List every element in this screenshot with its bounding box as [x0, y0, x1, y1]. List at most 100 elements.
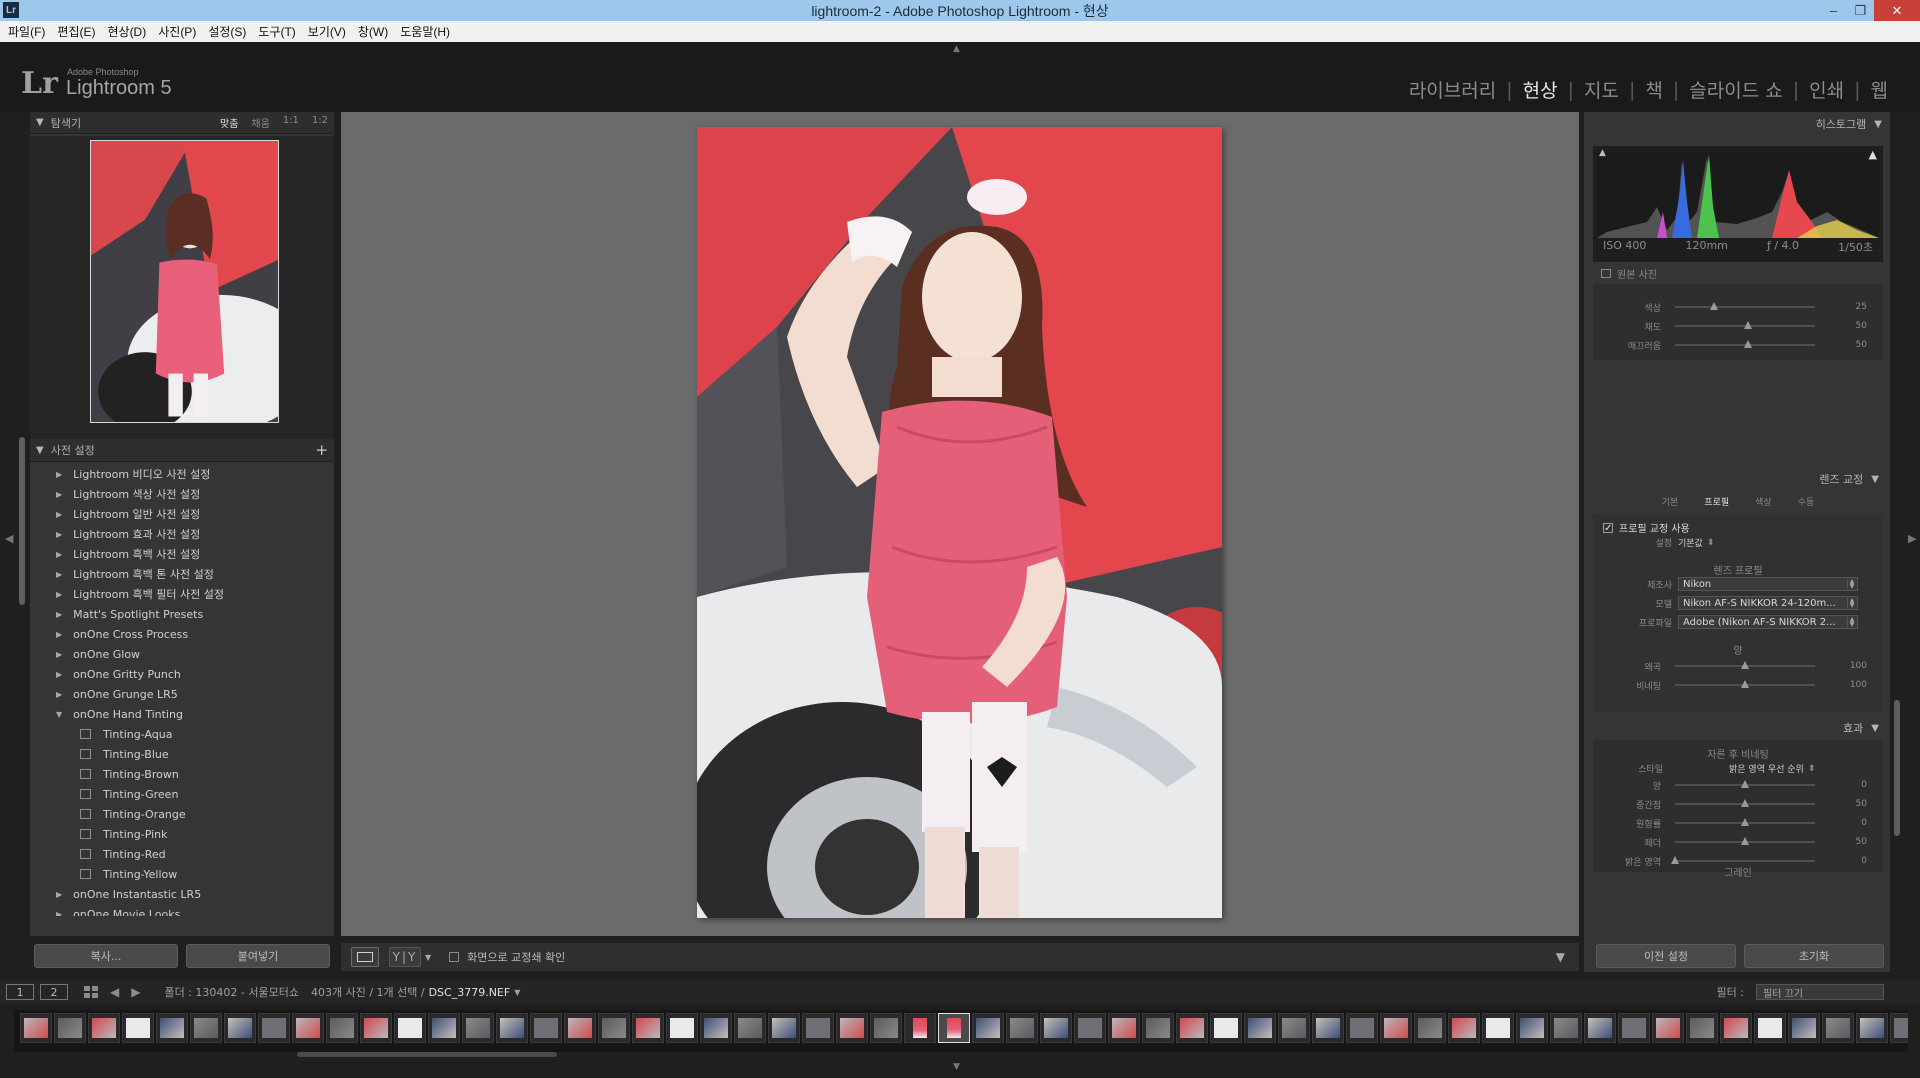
close-icon[interactable]: ✕	[1874, 0, 1920, 21]
navigator-thumbnail[interactable]	[90, 140, 279, 423]
filmstrip-thumbnail[interactable]	[598, 1013, 630, 1043]
model-select[interactable]: Nikon AF-S NIKKOR 24-120m... ▲ ▼	[1678, 596, 1858, 610]
slider-value[interactable]: 100	[1815, 680, 1871, 690]
preset-icon[interactable]	[80, 809, 91, 819]
collapse-triangle-icon[interactable]: ▼	[1871, 474, 1879, 485]
slider-value[interactable]: 25	[1815, 302, 1871, 312]
slider-value[interactable]: 50	[1815, 340, 1871, 350]
slider-track[interactable]	[1675, 799, 1815, 807]
preset-folder[interactable]: ▶ Lightroom 흑백 톤 사전 설정	[30, 564, 334, 584]
slider-track[interactable]	[1675, 302, 1815, 310]
collapsed-triangle-icon[interactable]: ▶	[56, 530, 62, 539]
slider-value[interactable]: 50	[1815, 837, 1871, 847]
copy-button[interactable]: 복사...	[34, 944, 178, 968]
filmstrip-thumbnail[interactable]	[1414, 1013, 1446, 1043]
collapse-triangle-icon[interactable]: ▼	[1874, 119, 1882, 130]
collapsed-triangle-icon[interactable]: ▶	[56, 490, 62, 499]
before-after-button[interactable]: Y|Y	[389, 947, 421, 967]
preset-item[interactable]: Tinting-Pink	[30, 824, 334, 844]
menu-tools[interactable]: 도구(T)	[258, 23, 295, 40]
filmstrip-thumbnail[interactable]	[224, 1013, 256, 1043]
panel-toggle-top-icon[interactable]: ▲	[953, 44, 960, 54]
module-book[interactable]: 책	[1635, 76, 1672, 103]
navigator-preview[interactable]	[30, 136, 334, 450]
menu-help[interactable]: 도움말(H)	[400, 23, 450, 40]
filmstrip-thumbnail[interactable]	[1006, 1013, 1038, 1043]
preset-icon[interactable]	[80, 789, 91, 799]
filmstrip-thumbnail[interactable]	[1142, 1013, 1174, 1043]
collapsed-triangle-icon[interactable]: ▶	[56, 510, 62, 519]
preset-folder[interactable]: ▶ Lightroom 흑백 필터 사전 설정	[30, 584, 334, 604]
minimize-icon[interactable]: –	[1820, 0, 1847, 21]
filmstrip[interactable]	[14, 1010, 1908, 1052]
highlight-clip-icon[interactable]: ▲	[1869, 148, 1877, 161]
original-photo-checkbox[interactable]	[1601, 268, 1611, 278]
preset-icon[interactable]	[80, 769, 91, 779]
filmstrip-thumbnail[interactable]	[938, 1013, 970, 1043]
slider-value[interactable]: 100	[1815, 661, 1871, 671]
filmstrip-thumbnail[interactable]	[292, 1013, 324, 1043]
filmstrip-thumbnail[interactable]	[462, 1013, 494, 1043]
filmstrip-thumbnail[interactable]	[156, 1013, 188, 1043]
enable-profile[interactable]: ✓ 프로필 교정 사용	[1603, 520, 1690, 535]
slider-track[interactable]	[1675, 661, 1815, 669]
preset-icon[interactable]	[80, 749, 91, 759]
add-preset-icon[interactable]: +	[315, 441, 328, 459]
collapsed-triangle-icon[interactable]: ▶	[56, 610, 62, 619]
filmstrip-thumbnail[interactable]	[428, 1013, 460, 1043]
preset-item[interactable]: Tinting-Brown	[30, 764, 334, 784]
filmstrip-thumbnail[interactable]	[1516, 1013, 1548, 1043]
collapsed-triangle-icon[interactable]: ▶	[56, 570, 62, 579]
filmstrip-thumbnail[interactable]	[1686, 1013, 1718, 1043]
slider-value[interactable]: 50	[1815, 799, 1871, 809]
spinner-icon[interactable]: ▲ ▼	[1847, 579, 1856, 590]
filmstrip-thumbnail[interactable]	[1448, 1013, 1480, 1043]
filmstrip-thumbnail[interactable]	[1550, 1013, 1582, 1043]
tab-color[interactable]: 색상	[1755, 495, 1772, 508]
chevron-down-icon[interactable]: ▼	[514, 988, 520, 997]
collapsed-triangle-icon[interactable]: ▶	[56, 470, 62, 479]
collapsed-triangle-icon[interactable]: ▶	[56, 670, 62, 679]
filmstrip-thumbnail[interactable]	[1312, 1013, 1344, 1043]
secondary-window-button[interactable]: 2	[40, 984, 68, 1000]
menu-settings[interactable]: 설정(S)	[208, 23, 246, 40]
preset-folder[interactable]: ▼ onOne Hand Tinting	[30, 704, 334, 724]
filmstrip-thumbnail[interactable]	[1108, 1013, 1140, 1043]
filmstrip-thumbnail[interactable]	[530, 1013, 562, 1043]
menu-photo[interactable]: 사진(P)	[158, 23, 196, 40]
slider-track[interactable]	[1675, 837, 1815, 845]
preset-folder[interactable]: ▶ onOne Glow	[30, 644, 334, 664]
presets-header[interactable]: ▼ 사전 설정 +	[30, 439, 334, 462]
filmstrip-thumbnail[interactable]	[1788, 1013, 1820, 1043]
histogram-header[interactable]: 히스토그램 ▼	[1584, 112, 1890, 136]
filmstrip-thumbnail[interactable]	[1346, 1013, 1378, 1043]
module-print[interactable]: 인쇄	[1799, 76, 1854, 103]
checkmark-icon[interactable]: ✓	[1603, 522, 1613, 533]
filter-select[interactable]: 필터 끄기	[1756, 984, 1884, 1000]
chevron-down-icon[interactable]: ▼	[425, 953, 431, 962]
filmstrip-thumbnail[interactable]	[1720, 1013, 1752, 1043]
module-map[interactable]: 지도	[1574, 76, 1629, 103]
filmstrip-thumbnail[interactable]	[1822, 1013, 1854, 1043]
slider-knob[interactable]	[1710, 302, 1719, 310]
slider-knob[interactable]	[1741, 680, 1749, 688]
lens-correction-header[interactable]: 렌즈 교정 ▼	[1593, 468, 1883, 490]
filmstrip-thumbnail[interactable]	[1210, 1013, 1242, 1043]
filmstrip-thumbnail[interactable]	[326, 1013, 358, 1043]
collapsed-triangle-icon[interactable]: ▶	[56, 890, 62, 899]
preset-folder[interactable]: ▶ Lightroom 효과 사전 설정	[30, 524, 334, 544]
spinner-icon[interactable]: ▲ ▼	[1847, 617, 1856, 628]
collapsed-triangle-icon[interactable]: ▶	[56, 630, 62, 639]
preset-item[interactable]: Tinting-Green	[30, 784, 334, 804]
filmstrip-thumbnail[interactable]	[360, 1013, 392, 1043]
slider-knob[interactable]	[1741, 780, 1749, 788]
filmstrip-thumbnail[interactable]	[1584, 1013, 1616, 1043]
primary-window-button[interactable]: 1	[6, 984, 34, 1000]
zoom-fit[interactable]: 맞춤	[220, 115, 238, 130]
slider-knob[interactable]	[1741, 799, 1749, 807]
collapsed-triangle-icon[interactable]: ▶	[56, 590, 62, 599]
loupe-view-icon[interactable]	[351, 947, 379, 967]
previous-settings-button[interactable]: 이전 설정	[1596, 944, 1736, 968]
soft-proof-checkbox[interactable]	[449, 952, 460, 962]
filmstrip-thumbnail[interactable]	[904, 1013, 936, 1043]
